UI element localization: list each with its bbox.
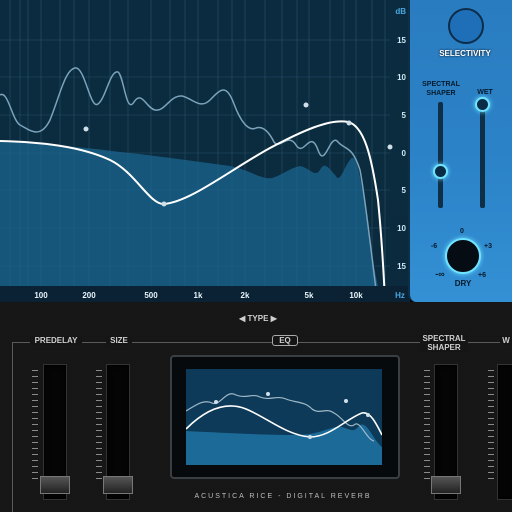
hz-scale-label: 10k	[349, 291, 363, 300]
db-scale-label: 5	[401, 111, 406, 120]
db-scale-label: 0	[401, 149, 406, 158]
dry-knob-left-label: -6	[430, 243, 438, 250]
cut-off-section-label: W	[500, 336, 512, 345]
type-selector[interactable]: ◀ TYPE ▶	[230, 314, 286, 323]
dry-knob-min-label: -∞	[435, 269, 445, 279]
hz-scale-label: 500	[144, 291, 158, 300]
wet-label: WET	[477, 89, 493, 96]
dry-knob[interactable]	[445, 238, 481, 274]
eq-preview-screen[interactable]	[170, 355, 400, 479]
wet-slider-handle[interactable]	[475, 97, 490, 112]
wet-fader-slot[interactable]	[497, 364, 512, 500]
selectivity-knob[interactable]	[448, 8, 484, 44]
db-unit-label: dB	[395, 7, 406, 16]
dry-knob-top-label: 0	[460, 228, 464, 235]
preview-band-node	[266, 392, 270, 396]
spectrum-fill	[0, 142, 410, 302]
wet-scale	[488, 370, 494, 484]
eq-band-node[interactable]	[303, 102, 309, 108]
type-prev-arrow-icon[interactable]: ◀	[239, 314, 245, 323]
eq-preview-svg	[185, 392, 383, 465]
size-scale	[96, 370, 102, 484]
type-next-arrow-icon[interactable]: ▶	[271, 314, 277, 323]
preview-band-node	[308, 435, 312, 439]
wet-slider-track[interactable]	[480, 108, 485, 208]
hz-scale-label: 200	[82, 291, 96, 300]
eq-graph[interactable]	[0, 0, 410, 302]
eq-band-node[interactable]	[161, 201, 167, 207]
spectral-shaper-fader-handle[interactable]	[431, 476, 461, 494]
predelay-scale	[32, 370, 38, 484]
predelay-fader-handle[interactable]	[40, 476, 70, 494]
spectral-shaper-slider-handle[interactable]	[433, 164, 448, 179]
preview-spectrum-fill	[186, 424, 382, 465]
db-scale-label: 5	[401, 186, 406, 195]
eq-display[interactable]: dB 15 10 5 0 5 10 15 100 200 500 1k 2k 5…	[0, 0, 410, 302]
spectral-shaper-section-label: SPECTRAL SHAPER	[420, 334, 468, 352]
dry-knob-right-label: +3	[484, 243, 492, 250]
hz-scale-label: 1k	[193, 291, 203, 300]
size-fader-handle[interactable]	[103, 476, 133, 494]
eq-tab[interactable]: EQ	[272, 335, 298, 346]
hz-scale-label: 2k	[240, 291, 250, 300]
db-scale-label: 15	[397, 36, 406, 45]
preview-band-node	[344, 399, 348, 403]
db-scale-label: 15	[397, 262, 406, 271]
preview-band-node	[214, 400, 218, 404]
selectivity-label: SELECTIVITY	[439, 49, 491, 58]
hz-scale-label: 100	[34, 291, 48, 300]
hz-unit-label: Hz	[395, 291, 405, 300]
spectral-shaper-slider-track[interactable]	[438, 102, 443, 208]
frame-line-left	[12, 342, 13, 512]
product-title: ACUSTICA RICE - DIGITAL REVERB	[194, 493, 372, 500]
db-scale-label: 10	[397, 73, 406, 82]
db-scale-label: 10	[397, 224, 406, 233]
spectral-shaper-label: SPECTRAL SHAPER	[422, 81, 460, 97]
spectral-shaper-scale	[424, 370, 430, 484]
eq-preview-graph	[185, 369, 383, 465]
hz-scale-label: 5k	[304, 291, 314, 300]
size-label: SIZE	[106, 336, 132, 345]
eq-band-node[interactable]	[83, 126, 89, 132]
eq-band-node[interactable]	[346, 120, 352, 126]
preview-band-node	[366, 413, 370, 417]
side-control-panel: SELECTIVITY SPECTRAL SHAPER WET 0 -6 +3 …	[408, 0, 512, 302]
dry-label: DRY	[454, 279, 472, 288]
predelay-label: PREDELAY	[30, 336, 82, 345]
type-label: TYPE	[247, 314, 269, 323]
